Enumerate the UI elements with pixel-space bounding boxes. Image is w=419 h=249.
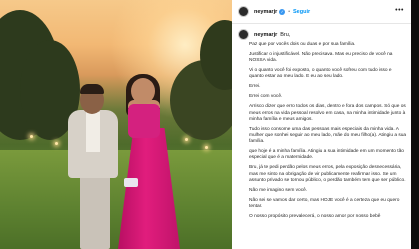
- caption-paragraph: Não sei se vamos dar certo, mas HOJE voc…: [249, 197, 400, 210]
- caption-paragraph: Arrisco dizer que erro todos os dias, de…: [249, 104, 406, 122]
- man-figure-shirt: [86, 112, 100, 152]
- window-edge: [411, 0, 419, 249]
- woman-figure-torso: [128, 104, 160, 138]
- caption-paragraph: Paz que por vocês dois ou duas e por sua…: [249, 42, 356, 47]
- caption-header: neymarjr Bru,: [238, 29, 290, 40]
- clutch-bag: [124, 178, 138, 187]
- light-bulb: [205, 146, 208, 149]
- caption-paragraph: Justificar o injustificável. Não precisa…: [249, 52, 393, 64]
- caption-paragraph: Vi o quanto você foi exposto, o quanto v…: [249, 68, 392, 80]
- follow-button[interactable]: Seguir: [293, 9, 310, 15]
- caption-paragraph: Errei.: [249, 84, 261, 90]
- caption-body: Paz que por vocês dois ou duas e por sua…: [249, 42, 407, 224]
- light-bulb: [55, 142, 58, 145]
- caption-avatar[interactable]: [238, 29, 249, 40]
- light-bulb: [30, 135, 33, 138]
- caption-paragraph: O nosso propósito prevalecerá, o nosso a…: [249, 214, 381, 220]
- man-figure-hair: [80, 84, 104, 94]
- verified-badge-icon: ✓: [279, 8, 286, 15]
- caption-paragraph: que hoje é a minha família. Atingiu a su…: [249, 149, 404, 161]
- separator-dot: •: [288, 8, 291, 15]
- caption-username-link[interactable]: neymarjr: [254, 32, 277, 38]
- caption-first-line: Bru,: [280, 31, 291, 38]
- caption-paragraph: Não me imagino sem você.: [249, 187, 308, 193]
- light-bulb: [185, 138, 188, 141]
- post-panel: neymarjr ✓ • Seguir ••• neymarjr Bru, Pa…: [232, 0, 411, 249]
- pink-dress: [118, 128, 180, 249]
- more-options-icon[interactable]: •••: [395, 7, 404, 14]
- avatar[interactable]: [238, 6, 249, 17]
- username-link[interactable]: neymarjr: [254, 9, 277, 15]
- man-figure-legs: [80, 168, 110, 249]
- post-header: neymarjr ✓ • Seguir •••: [232, 0, 411, 24]
- post-photo: [0, 0, 232, 249]
- caption-paragraph: Bru, já te pedi perdão pelos meus erros,…: [249, 165, 406, 183]
- caption-paragraph: Errei com você.: [249, 94, 283, 100]
- caption-paragraph: Tudo isso consome uma das pessoas mais e…: [249, 126, 407, 145]
- woman-figure-head: [131, 78, 155, 104]
